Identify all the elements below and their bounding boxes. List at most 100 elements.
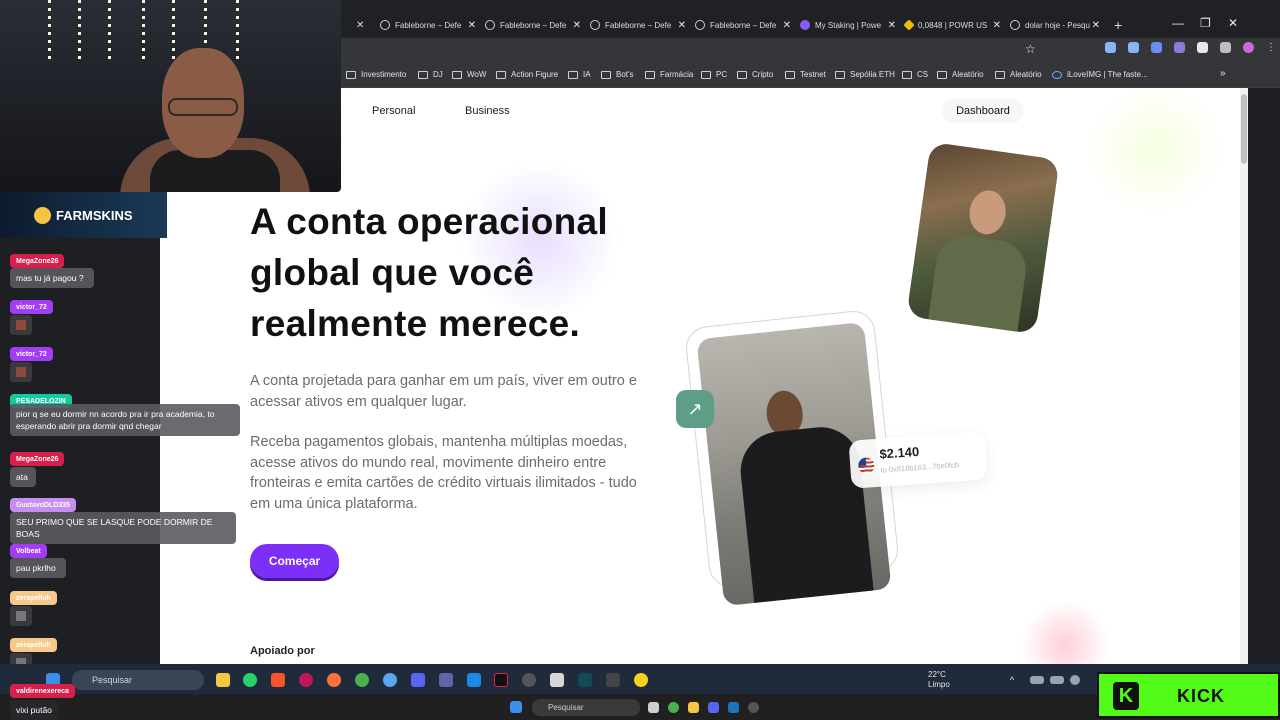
bookmark-farmacia[interactable]: Farmácia [645, 70, 693, 79]
extension-icon[interactable] [1174, 42, 1185, 53]
windows-start-icon[interactable] [510, 701, 522, 713]
taskbar-search-box[interactable]: Pesquisar [72, 670, 204, 690]
close-icon[interactable]: ✕ [468, 20, 476, 31]
weather-widget[interactable]: 22°C Limpo [928, 670, 950, 690]
payment-amount: $2.140 [878, 443, 920, 462]
app-icon[interactable] [606, 673, 620, 687]
search-placeholder: Pesquisar [92, 675, 133, 685]
opera-icon[interactable] [299, 673, 313, 687]
app-icon[interactable] [578, 673, 592, 687]
obs-icon[interactable] [522, 673, 536, 687]
close-icon[interactable]: ✕ [993, 20, 1001, 31]
extensions-puzzle-icon[interactable] [1220, 42, 1231, 53]
discord-icon[interactable] [411, 673, 425, 687]
close-icon[interactable]: ✕ [678, 20, 686, 31]
minimize-icon[interactable]: — [1172, 16, 1184, 30]
folder-icon [995, 70, 1005, 79]
bookmark-cripto[interactable]: Cripto [737, 70, 773, 79]
chat-message: pau pkrlho [10, 558, 66, 578]
chrome-icon[interactable] [355, 673, 369, 687]
steam-icon[interactable] [728, 702, 739, 713]
whatsapp-icon[interactable] [243, 673, 257, 687]
task-view-icon[interactable] [648, 702, 659, 713]
discord-icon[interactable] [708, 702, 719, 713]
file-explorer-icon[interactable] [688, 702, 699, 713]
menu-kebab-icon[interactable]: ⋮ [1266, 42, 1276, 53]
tray-chevron-icon[interactable]: ^ [1010, 675, 1024, 689]
extension-icon[interactable] [1105, 42, 1116, 53]
chat-emote [10, 606, 32, 626]
tab-close-icon[interactable]: ✕ [356, 14, 364, 36]
profile-avatar[interactable] [1243, 42, 1254, 53]
hero-title: A conta operacional global que você real… [250, 201, 608, 344]
extension-icon[interactable] [1151, 42, 1162, 53]
tray-icon[interactable] [1030, 676, 1044, 684]
close-icon[interactable]: ✕ [888, 20, 896, 31]
bookmark-dj[interactable]: DJ [418, 70, 443, 79]
page-scrollbar[interactable] [1240, 88, 1248, 664]
get-started-button[interactable]: Começar [250, 544, 339, 578]
app-window-icon[interactable] [550, 673, 564, 687]
chat-emote [10, 362, 32, 382]
new-tab-button[interactable]: + [1114, 14, 1122, 36]
tab-fableborne-4[interactable]: Fableborne – Defe ✕ [695, 14, 791, 36]
photo-figure-head [966, 188, 1009, 237]
extension-icon[interactable] [1128, 42, 1139, 53]
nav-business[interactable]: Business [465, 105, 510, 117]
staking-icon [800, 20, 810, 30]
close-icon[interactable]: ✕ [1092, 20, 1100, 31]
chrome-icon[interactable] [668, 702, 679, 713]
tab-fableborne-2[interactable]: Fableborne – Defe ✕ [485, 14, 581, 36]
tab-label: My Staking | Powe [815, 20, 882, 30]
tab-dolar-hoje[interactable]: dolar hoje - Pesqu ✕ [1010, 14, 1100, 36]
close-icon[interactable]: ✕ [573, 20, 581, 31]
string-lights [142, 0, 145, 60]
bookmarks-more-icon[interactable]: » [1220, 68, 1226, 79]
bookmark-cs[interactable]: CS [902, 70, 928, 79]
chat-username: valdirenexereca [10, 684, 75, 698]
firefox-icon[interactable] [327, 673, 341, 687]
bookmark-star-icon[interactable]: ☆ [1025, 42, 1036, 56]
bookmark-pc[interactable]: PC [701, 70, 727, 79]
bookmark-wow[interactable]: WoW [452, 70, 486, 79]
folder-icon [346, 70, 356, 79]
folder-icon [645, 70, 655, 79]
bookmark-aleatorio-2[interactable]: Aleatório [995, 70, 1042, 79]
close-icon[interactable]: ✕ [783, 20, 791, 31]
tiktok-icon[interactable] [494, 673, 508, 687]
bookmark-ia[interactable]: IA [568, 70, 591, 79]
bookmark-aleatorio-1[interactable]: Aleatório [937, 70, 984, 79]
tab-fableborne-1[interactable]: Fableborne – Defe ✕ [380, 14, 476, 36]
tray-icon[interactable] [1050, 676, 1064, 684]
tab-powr-usd[interactable]: 0,0848 | POWR US ✕ [903, 14, 1001, 36]
bookmark-label: Action Figure [511, 70, 559, 79]
brave-icon[interactable] [271, 673, 285, 687]
bookmark-bots[interactable]: Bot's [601, 70, 634, 79]
extension-icon[interactable] [1197, 42, 1208, 53]
bookmark-sepolia[interactable]: Sepólia ETH [835, 70, 895, 79]
app-icon[interactable] [383, 673, 397, 687]
maximize-icon[interactable]: ❐ [1200, 16, 1211, 30]
obs-icon[interactable] [748, 702, 759, 713]
notepad-icon[interactable] [467, 673, 481, 687]
tab-fableborne-3[interactable]: Fableborne – Defe ✕ [590, 14, 686, 36]
taskbar-search-box[interactable]: Pesquisar [532, 699, 640, 716]
nav-personal[interactable]: Personal [372, 105, 415, 117]
extension-icons: ⋮ [1105, 42, 1276, 53]
scrollbar-thumb[interactable] [1241, 94, 1247, 164]
bookmark-ilovemg[interactable]: iLoveIMG | The faste... [1052, 70, 1148, 79]
bookmark-investimento[interactable]: Investimento [346, 70, 406, 79]
teams-icon[interactable] [439, 673, 453, 687]
arrow-up-right-icon: ↗ [676, 390, 714, 428]
window-close-icon[interactable]: ✕ [1228, 16, 1238, 30]
string-lights [78, 0, 81, 60]
app-icon[interactable] [634, 673, 648, 687]
bookmark-testnet[interactable]: Testnet [785, 70, 826, 79]
kick-logo-overlay: K KICK [1097, 672, 1280, 718]
dashboard-button[interactable]: Dashboard [942, 99, 1024, 123]
bookmark-action-figure[interactable]: Action Figure [496, 70, 558, 79]
tray-icon[interactable] [1070, 675, 1080, 685]
tab-label: Fableborne – Defe [500, 20, 567, 30]
file-explorer-icon[interactable] [216, 673, 230, 687]
tab-my-staking[interactable]: My Staking | Powe ✕ [800, 14, 896, 36]
